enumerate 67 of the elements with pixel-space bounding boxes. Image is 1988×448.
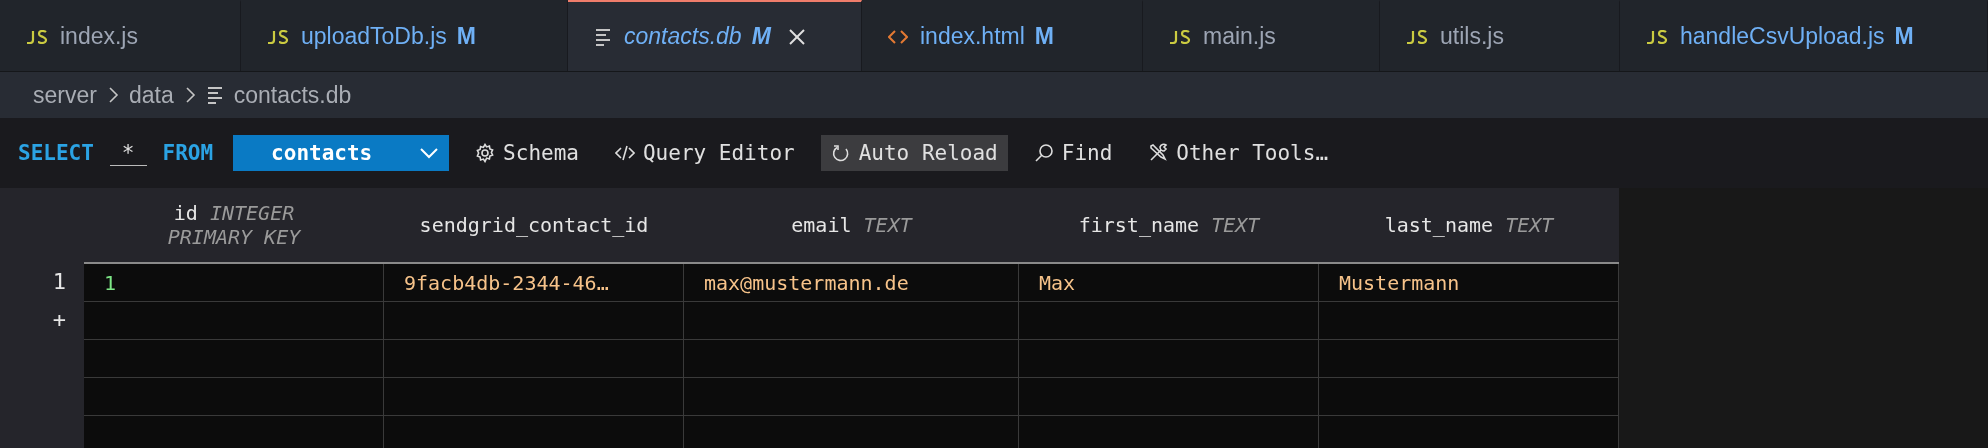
table-cell[interactable]: Mustermann bbox=[1319, 264, 1619, 302]
toolbar-button[interactable]: Other Tools… bbox=[1138, 135, 1339, 171]
tools-icon bbox=[1148, 143, 1169, 163]
empty-cell[interactable] bbox=[1019, 302, 1319, 340]
toolbar-button[interactable]: Query Editor bbox=[604, 135, 805, 171]
close-icon bbox=[786, 26, 807, 47]
modified-label: M bbox=[1894, 23, 1914, 50]
column-header[interactable]: last_name TEXT bbox=[1319, 188, 1619, 262]
js-file-icon bbox=[1406, 29, 1428, 44]
js-file-icon bbox=[267, 29, 289, 44]
search-icon bbox=[1033, 143, 1054, 163]
empty-cell[interactable] bbox=[384, 302, 684, 340]
modified-label: M bbox=[751, 23, 771, 50]
code-icon bbox=[614, 143, 635, 163]
table-cell[interactable]: max@mustermann.de bbox=[684, 264, 1019, 302]
empty-cell[interactable] bbox=[684, 302, 1019, 340]
modified-label: M bbox=[456, 23, 476, 50]
sql-keyword: FROM bbox=[162, 141, 214, 165]
column-header[interactable]: email TEXT bbox=[684, 188, 1019, 262]
editor-tab[interactable]: uploadToDb.js M bbox=[241, 0, 568, 71]
editor-tab[interactable]: index.html M bbox=[862, 0, 1143, 71]
editor-tab[interactable]: main.js bbox=[1143, 0, 1380, 71]
empty-cell[interactable] bbox=[1319, 302, 1619, 340]
empty-cell[interactable] bbox=[684, 340, 1019, 378]
toolbar-button[interactable]: Find bbox=[1023, 135, 1123, 171]
column-header[interactable]: sendgrid_contact_id bbox=[384, 188, 684, 262]
editor-tab[interactable]: contacts.db M bbox=[568, 0, 862, 71]
code-file-icon bbox=[888, 28, 908, 45]
empty-cell[interactable] bbox=[1319, 378, 1619, 416]
empty-cell[interactable] bbox=[84, 302, 384, 340]
empty-cell[interactable] bbox=[84, 378, 384, 416]
empty-cell[interactable] bbox=[84, 340, 384, 378]
empty-cell[interactable] bbox=[684, 378, 1019, 416]
gear-icon bbox=[475, 143, 496, 163]
editor-tab[interactable]: index.js bbox=[0, 0, 241, 71]
add-row-button[interactable]: + bbox=[52, 300, 66, 338]
breadcrumb-item[interactable]: server bbox=[33, 81, 97, 109]
table-cell[interactable]: 9facb4db-2344-46… bbox=[384, 264, 684, 302]
table-dropdown[interactable]: contacts bbox=[233, 135, 450, 171]
editor-tab[interactable]: handleCsvUpload.js M bbox=[1620, 0, 1988, 71]
column-field[interactable]: * bbox=[109, 140, 147, 166]
chevron-icon bbox=[106, 85, 119, 105]
editor-tab[interactable]: utils.js bbox=[1380, 0, 1620, 71]
empty-cell[interactable] bbox=[1019, 340, 1319, 378]
breadcrumb-item[interactable]: contacts.db bbox=[233, 81, 352, 109]
table-cell[interactable]: Max bbox=[1019, 264, 1319, 302]
chevron-down-icon bbox=[419, 147, 440, 159]
chevron-icon bbox=[183, 85, 196, 105]
empty-cell[interactable] bbox=[1019, 378, 1319, 416]
sql-keyword: SELECT bbox=[18, 141, 94, 165]
column-header[interactable]: id INTEGER PRIMARY KEY bbox=[84, 188, 384, 262]
file-lines-icon bbox=[205, 85, 224, 105]
toolbar-button[interactable]: Auto Reload bbox=[820, 135, 1008, 171]
empty-cell[interactable] bbox=[1319, 340, 1619, 378]
row-number: 1 bbox=[52, 267, 66, 296]
js-file-icon bbox=[26, 29, 48, 44]
table-cell[interactable]: 1 bbox=[84, 264, 384, 302]
reload-icon bbox=[830, 143, 851, 163]
breadcrumb-item[interactable]: data bbox=[128, 81, 174, 109]
file-lines-icon bbox=[594, 26, 612, 47]
empty-cell[interactable] bbox=[384, 378, 684, 416]
js-file-icon bbox=[1646, 29, 1668, 44]
empty-cell[interactable] bbox=[384, 340, 684, 378]
toolbar-button[interactable]: Schema bbox=[465, 135, 589, 171]
modified-label: M bbox=[1034, 23, 1054, 50]
js-file-icon bbox=[1169, 29, 1191, 44]
column-header[interactable]: first_name TEXT bbox=[1019, 188, 1319, 262]
